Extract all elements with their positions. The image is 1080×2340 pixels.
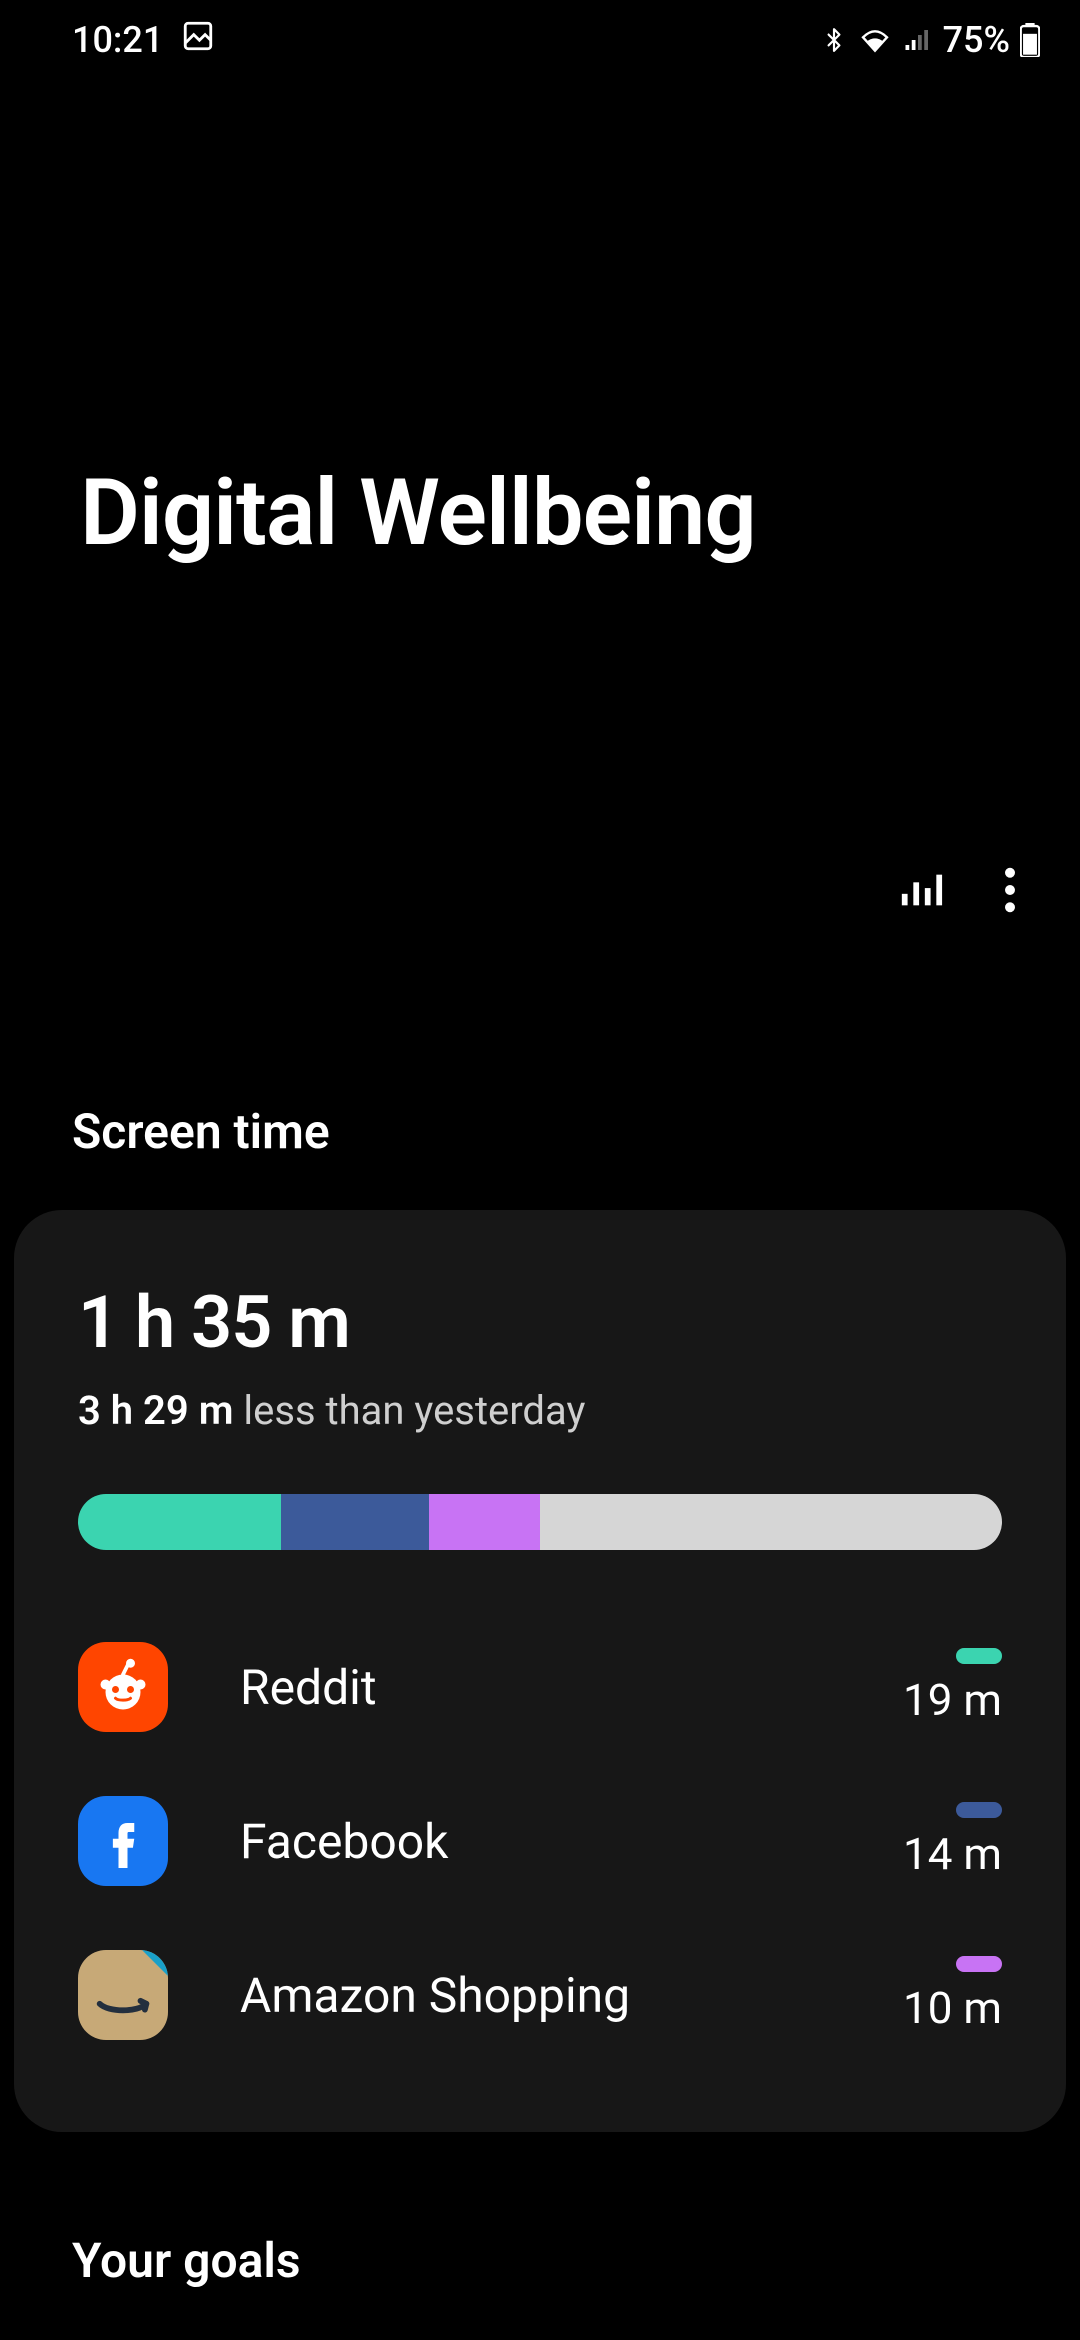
list-item[interactable]: Facebook 14 m bbox=[78, 1764, 1002, 1918]
your-goals-heading: Your goals bbox=[0, 2132, 1080, 2289]
battery-icon bbox=[1020, 23, 1040, 57]
action-bar bbox=[0, 567, 1080, 913]
usage-bar-segment bbox=[78, 1494, 281, 1550]
app-name: Amazon Shopping bbox=[168, 1967, 903, 2024]
usage-bar-segment bbox=[281, 1494, 429, 1550]
app-time: 10 m bbox=[903, 1982, 1002, 2034]
screen-time-heading: Screen time bbox=[0, 913, 1080, 1210]
comparison-text: 3 h 29 m less than yesterday bbox=[78, 1387, 1002, 1434]
app-color-pill bbox=[956, 1648, 1002, 1664]
list-item[interactable]: Amazon Shopping 10 m bbox=[78, 1918, 1002, 2072]
usage-bar-segment bbox=[429, 1494, 540, 1550]
total-time: 1 h 35 m bbox=[78, 1280, 1002, 1365]
usage-bar-chart bbox=[78, 1494, 1002, 1550]
reddit-icon bbox=[78, 1642, 168, 1732]
app-list: Reddit 19 m Facebook 14 m bbox=[78, 1610, 1002, 2072]
app-time: 14 m bbox=[903, 1828, 1002, 1880]
signal-icon bbox=[903, 24, 933, 56]
comparison-diff: 3 h 29 m bbox=[78, 1387, 233, 1434]
stats-icon[interactable] bbox=[898, 867, 944, 913]
app-name: Facebook bbox=[168, 1813, 903, 1870]
usage-bar-segment bbox=[540, 1494, 1002, 1550]
wifi-icon bbox=[857, 24, 893, 56]
facebook-icon bbox=[78, 1796, 168, 1886]
status-bar: 10:21 75% bbox=[0, 0, 1080, 80]
app-color-pill bbox=[956, 1956, 1002, 1972]
image-icon bbox=[181, 19, 215, 62]
amazon-icon bbox=[78, 1950, 168, 2040]
app-name: Reddit bbox=[168, 1659, 903, 1716]
app-time: 19 m bbox=[903, 1674, 1002, 1726]
battery-percent: 75% bbox=[943, 19, 1010, 61]
page-title: Digital Wellbeing bbox=[0, 80, 1080, 567]
app-color-pill bbox=[956, 1802, 1002, 1818]
screen-time-card[interactable]: 1 h 35 m 3 h 29 m less than yesterday Re… bbox=[14, 1210, 1066, 2132]
status-time: 10:21 bbox=[72, 19, 163, 61]
more-icon[interactable] bbox=[1004, 867, 1016, 913]
list-item[interactable]: Reddit 19 m bbox=[78, 1610, 1002, 1764]
status-left: 10:21 bbox=[72, 19, 215, 62]
status-right: 75% bbox=[821, 19, 1040, 61]
comparison-desc: less than yesterday bbox=[233, 1387, 585, 1434]
bluetooth-icon bbox=[821, 24, 847, 56]
